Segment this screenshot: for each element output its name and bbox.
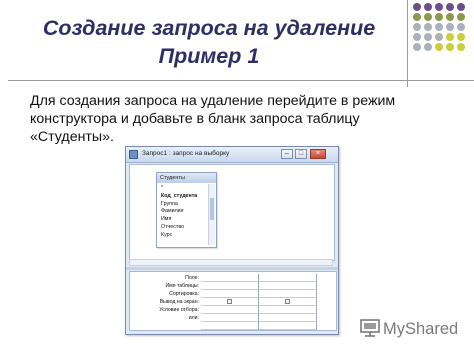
slide-body-text: Для создания запроса на удаление перейди…	[30, 92, 460, 146]
maximize-button[interactable]: □	[295, 149, 307, 159]
slide-title-line-2: Пример 1	[158, 44, 260, 68]
grid-row-label: или:	[188, 315, 199, 321]
decorative-dot	[457, 43, 465, 51]
show-checkbox[interactable]	[227, 299, 232, 304]
decorative-dot	[446, 23, 454, 31]
grid-cell[interactable]	[201, 290, 259, 298]
decorative-dot	[435, 3, 443, 11]
grid-cell[interactable]	[201, 298, 259, 306]
decorative-dot	[413, 3, 421, 11]
table-field-list[interactable]: Студенты * Код_студента Группа Фамилия И…	[156, 172, 217, 248]
close-button[interactable]: ×	[310, 149, 326, 159]
logo-text: MyShared	[383, 320, 459, 338]
decorative-dot	[457, 23, 465, 31]
decorative-dot	[446, 3, 454, 11]
scrollbar-thumb[interactable]	[210, 198, 214, 220]
decorative-dot	[424, 13, 432, 21]
field-list-scrollbar[interactable]	[208, 184, 215, 245]
decorative-dot	[424, 23, 432, 31]
field-item[interactable]: Фамилия	[159, 208, 206, 216]
decorative-dot	[457, 33, 465, 41]
grid-row-label: Имя таблицы:	[165, 283, 199, 289]
grid-cell[interactable]	[201, 322, 259, 330]
grid-cell[interactable]	[259, 314, 317, 322]
field-item[interactable]: Группа	[159, 201, 206, 209]
grid-row-label: Условие отбора:	[159, 307, 199, 313]
table-name[interactable]: Студенты	[157, 173, 216, 183]
decorative-dot	[413, 43, 421, 51]
field-list: * Код_студента Группа Фамилия Имя Отчест…	[159, 185, 206, 240]
decorative-dot	[446, 13, 454, 21]
decorative-dot	[446, 33, 454, 41]
horizontal-divider	[8, 80, 474, 81]
grid-row-table-name: Имя таблицы:	[130, 282, 336, 290]
grid-cell[interactable]	[259, 274, 317, 282]
grid-cell[interactable]	[259, 306, 317, 314]
grid-cell[interactable]	[201, 274, 259, 282]
window-titlebar: Запрос1 : запрос на выборку – □ ×	[126, 147, 338, 163]
decorative-dot	[435, 43, 443, 51]
grid-row-sort: Сортировка:	[130, 290, 336, 298]
show-checkbox[interactable]	[285, 299, 290, 304]
grid-row-show: Вывод на экран:	[130, 298, 336, 306]
decorative-dot	[435, 33, 443, 41]
grid-cell[interactable]	[201, 314, 259, 322]
decorative-dot-grid	[413, 3, 474, 53]
presentation-board-icon	[360, 319, 380, 337]
grid-row-empty	[130, 322, 336, 330]
slide-title: Создание запроса на удаление Пример 1	[14, 14, 404, 70]
decorative-dot	[413, 23, 421, 31]
field-item[interactable]: Отчество	[159, 224, 206, 232]
decorative-dot	[435, 23, 443, 31]
grid-cell[interactable]	[259, 282, 317, 290]
grid-row-label: Поле:	[185, 275, 199, 281]
vertical-divider	[407, 0, 408, 87]
horizontal-scrollbar[interactable]	[129, 259, 333, 266]
grid-cell[interactable]	[201, 282, 259, 290]
decorative-dot	[457, 13, 465, 21]
grid-cell[interactable]	[259, 298, 317, 306]
field-item-key[interactable]: Код_студента	[159, 193, 206, 201]
query-design-grid: Поле: Имя таблицы: Сортировка: Вывод на …	[129, 271, 337, 331]
query-designer-window: Запрос1 : запрос на выборку – □ × Студен…	[125, 146, 339, 335]
grid-row-field: Поле:	[130, 274, 336, 282]
body-line-2: конструктора и добавьте в бланк запроса …	[30, 111, 360, 127]
minimize-button[interactable]: –	[281, 149, 293, 159]
decorative-dot	[424, 43, 432, 51]
decorative-dot	[424, 3, 432, 11]
decorative-dot	[457, 3, 465, 11]
field-item[interactable]: Курс	[159, 232, 206, 240]
grid-row-criteria: Условие отбора:	[130, 306, 336, 314]
field-item[interactable]: *	[159, 185, 206, 193]
decorative-dot	[413, 33, 421, 41]
decorative-dot	[413, 13, 421, 21]
body-line-3: «Студенты».	[30, 129, 114, 145]
decorative-dot	[424, 33, 432, 41]
grid-row-label: Сортировка:	[169, 291, 199, 297]
pane-splitter[interactable]	[126, 267, 338, 270]
decorative-dot	[446, 43, 454, 51]
grid-row-or: или:	[130, 314, 336, 322]
decorative-dot	[435, 13, 443, 21]
grid-cell[interactable]	[259, 322, 317, 330]
body-line-1: Для создания запроса на удаление перейди…	[30, 93, 396, 109]
window-title: Запрос1 : запрос на выборку	[142, 150, 230, 157]
myshared-logo: MyShared	[360, 318, 472, 342]
slide-title-line-1: Создание запроса на удаление	[42, 16, 376, 40]
grid-cell[interactable]	[201, 306, 259, 314]
table-area-pane[interactable]: Студенты * Код_студента Группа Фамилия И…	[129, 164, 335, 261]
grid-cell[interactable]	[259, 290, 317, 298]
query-icon	[129, 150, 138, 159]
field-item[interactable]: Имя	[159, 216, 206, 224]
grid-row-label: Вывод на экран:	[159, 299, 199, 305]
